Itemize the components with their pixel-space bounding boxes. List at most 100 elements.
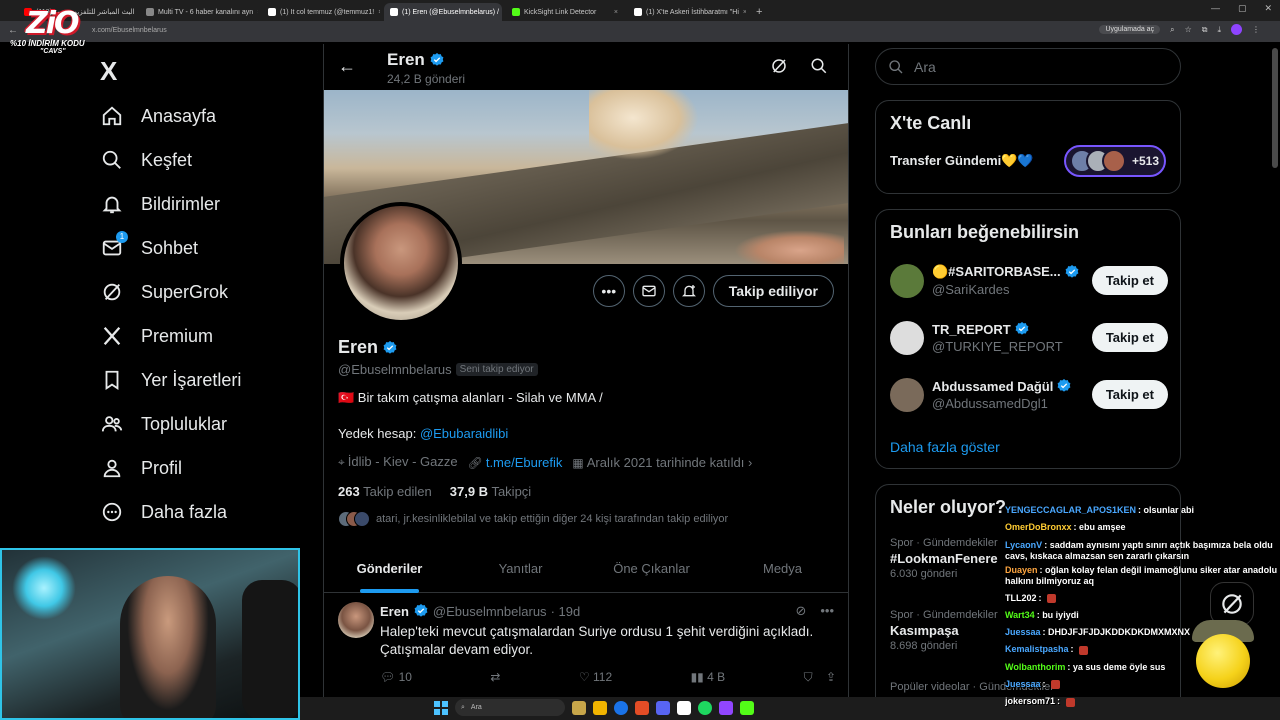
nav-item-daha-fazla[interactable]: Daha fazla <box>100 494 227 530</box>
more-dots-icon[interactable]: ••• <box>820 603 834 619</box>
search-input[interactable]: Ara <box>875 48 1181 85</box>
notify-button[interactable] <box>672 275 705 307</box>
avatar[interactable] <box>890 321 924 355</box>
suggestion-name-row: 🟡#SARITORBASE... <box>932 264 1080 280</box>
trend-item[interactable]: Spor · Gündemdekiler Kasımpaşa 8.698 gönde… <box>890 609 998 652</box>
nav-item-anasayfa[interactable]: Anasayfa <box>100 98 216 134</box>
menu-dots-icon[interactable]: ⋮ <box>1252 25 1260 34</box>
ring-light-shape <box>12 556 76 620</box>
views-button[interactable]: ▮▮ 4 B <box>691 670 726 685</box>
tab-2[interactable]: Yanıtlar <box>455 549 586 592</box>
profile-column: ← Eren 24,2 B gönderi ••• Takip ediliyor… <box>323 44 849 720</box>
maximize-icon[interactable]: ▢ <box>1238 3 1247 14</box>
retweet-button[interactable]: ⇄ <box>490 670 500 685</box>
browser-tab[interactable]: (1) X'te Askeri İstihbaratmı "Hi × <box>628 3 746 21</box>
follow-button[interactable]: Takip et <box>1091 323 1168 352</box>
suggestion-item[interactable]: 🟡#SARITORBASE... @SariKardes Takip et <box>890 262 1168 302</box>
joined-text: Aralık 2021 tarihinde katıldı <box>586 454 745 470</box>
grok-icon[interactable]: ⊘ <box>795 603 806 619</box>
tab-close-icon[interactable]: × <box>614 9 618 16</box>
reply-button[interactable]: 💬︎ 10 <box>380 670 412 685</box>
more-options-button[interactable]: ••• <box>592 275 625 307</box>
following-button[interactable]: Takip ediliyor <box>712 275 834 307</box>
nav-item-bildirimler[interactable]: Bildirimler <box>100 186 220 222</box>
app-icon[interactable] <box>635 700 649 715</box>
suggestion-handle: @AbdussamedDgl1 <box>932 396 1048 411</box>
chevron-right-icon[interactable]: › <box>748 455 752 470</box>
suggestion-item[interactable]: Abdussamed Dağül @AbdussamedDgl1 Takip et <box>890 376 1168 416</box>
nav-item-profil[interactable]: Profil <box>100 450 182 486</box>
tab-1[interactable]: Gönderiler <box>324 549 455 593</box>
bookmark-icon[interactable]: ⛉ <box>804 670 813 684</box>
tab-3[interactable]: Öne Çıkanlar <box>586 549 717 592</box>
back-arrow-icon[interactable]: ← <box>338 56 356 77</box>
grok-icon[interactable] <box>770 57 788 75</box>
tweet-author-handle[interactable]: @Ebuselmnbelarus <box>433 604 547 619</box>
browser-tab[interactable]: KickSight Link Detector × <box>506 3 624 21</box>
extensions-icon[interactable]: ⧉ <box>1202 25 1208 35</box>
page-scrollbar[interactable] <box>1272 48 1278 168</box>
backup-account-link[interactable]: @Ebubaraidlibi <box>420 426 508 441</box>
tab-close-icon[interactable]: × <box>743 9 746 16</box>
tab-close-icon[interactable]: × <box>378 9 380 16</box>
download-icon[interactable]: ⤓ <box>1217 25 1221 35</box>
open-in-app-button[interactable]: Uygulamada aç <box>1099 25 1161 34</box>
following-stat[interactable]: 263 Takip edilen <box>338 484 432 499</box>
nav-item-yer-i-aretleri[interactable]: Yer İşaretleri <box>100 362 241 398</box>
trend-count: 8.698 gönderi <box>890 640 958 652</box>
nav-item-premium[interactable]: Premium <box>100 318 213 354</box>
tweet-time[interactable]: · 19d <box>551 604 581 619</box>
tab-4[interactable]: Medya <box>717 549 848 592</box>
profile-avatar[interactable] <box>340 202 462 324</box>
follow-button[interactable]: Takip et <box>1091 380 1168 409</box>
follow-button[interactable]: Takip et <box>1091 266 1168 295</box>
minimize-icon[interactable]: — <box>1211 3 1220 14</box>
windows-start-icon[interactable] <box>434 700 448 715</box>
share-icon[interactable]: ⇪ <box>826 670 836 684</box>
widget-icon[interactable] <box>572 700 586 715</box>
nav-item-ke-fet[interactable]: Keşfet <box>100 142 192 178</box>
browser-profile-avatar[interactable] <box>1231 24 1242 35</box>
spotify-icon[interactable] <box>698 700 712 715</box>
followers-stat[interactable]: 37,9 B Takipçi <box>450 484 531 499</box>
message-button[interactable] <box>632 275 665 307</box>
nav-item-supergrok[interactable]: SuperGrok <box>100 274 228 310</box>
twitch-icon[interactable] <box>719 700 733 715</box>
nav-item-label: Profil <box>141 457 183 478</box>
discord-icon[interactable] <box>656 700 670 715</box>
suggestion-name-row: TR_REPORT <box>932 321 1030 337</box>
trend-item[interactable]: Spor · Gündemdekiler #LookmanFenere 6.030 … <box>890 537 998 580</box>
tab-close-icon[interactable]: × <box>257 9 258 16</box>
show-more-link[interactable]: Daha fazla göster <box>890 439 1000 455</box>
like-button[interactable]: ♡ 112 <box>579 670 612 685</box>
taskbar-search[interactable]: ⌕ Ara <box>455 699 565 716</box>
live-listeners-pill[interactable]: +513 <box>1064 145 1166 177</box>
zoom-icon[interactable]: ⌕ <box>1170 25 1174 35</box>
url-field[interactable]: x.com/Ebuselmnbelarus <box>92 24 167 38</box>
avatar[interactable] <box>890 378 924 412</box>
browser-tab[interactable]: Multi TV - 6 haber kanalını ayn× <box>140 3 258 21</box>
kick-icon[interactable] <box>740 700 754 715</box>
suggestion-item[interactable]: TR_REPORT @TURKIYE_REPORT Takip et <box>890 319 1168 359</box>
folder-icon[interactable] <box>593 700 607 715</box>
nav-item-sohbet[interactable]: 1 Sohbet <box>100 230 198 266</box>
x-logo-icon[interactable]: X <box>100 56 117 87</box>
tweet-author-name[interactable]: Eren <box>380 604 409 619</box>
avatar[interactable] <box>338 602 374 638</box>
live-space-title[interactable]: Transfer Gündemi💛💙 <box>890 153 1034 169</box>
browser-tab[interactable]: (1) It col temmuz (@temmuz1!× <box>262 3 380 21</box>
bookmark-icon <box>100 368 124 392</box>
chrome-icon[interactable] <box>614 700 628 715</box>
close-window-icon[interactable]: ✕ <box>1264 3 1272 14</box>
nav-item-topluluklar[interactable]: Topluluklar <box>100 406 227 442</box>
known-followers[interactable]: atari, jr.kesinliklebilal ve takip ettiğ… <box>338 511 728 527</box>
browser-tab[interactable]: (1) Eren (@Ebuselmnbelarus) /× <box>384 3 502 21</box>
new-tab-icon[interactable]: + <box>750 3 768 21</box>
search-icon[interactable] <box>810 57 828 75</box>
star-icon[interactable]: ☆ <box>1185 25 1192 34</box>
avatar[interactable] <box>890 264 924 298</box>
tweet-header: Eren @Ebuselmnbelarus · 19d <box>380 603 580 619</box>
x-app-icon[interactable] <box>677 700 691 715</box>
website-link[interactable]: t.me/Eburefik <box>486 455 563 470</box>
browser-tab-strip: (110) البث المباشر للتلفزيون سور×Multi T… <box>0 0 1280 21</box>
